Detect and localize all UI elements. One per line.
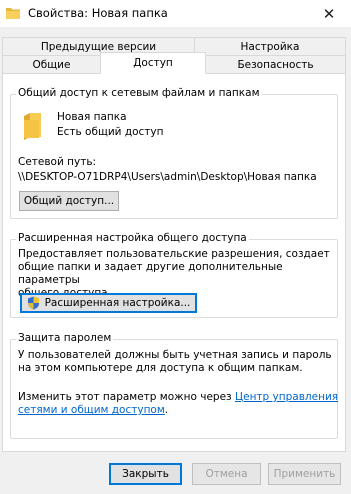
advanced-sharing-button[interactable]: Расширенная настройка... — [20, 293, 197, 313]
share-status: Есть общий доступ — [57, 126, 164, 138]
window-title: Свойства: Новая папка — [28, 6, 168, 20]
tab-sharing[interactable]: Доступ — [100, 52, 206, 74]
title-bar: Свойства: Новая папка ✕ — [0, 0, 351, 27]
tab-customize[interactable]: Настройка — [194, 37, 346, 56]
password-change-text: Изменить этот параметр можно через Центр… — [18, 391, 339, 416]
password-protection-group: Защита паролем У пользователей должны бы… — [10, 332, 339, 439]
password-protection-legend: Защита паролем — [16, 332, 114, 344]
folder-name: Новая папка — [57, 111, 127, 123]
tab-security[interactable]: Безопасность — [205, 55, 346, 74]
cancel-button[interactable]: Отмена — [192, 463, 261, 485]
tab-general[interactable]: Общие — [2, 55, 101, 74]
network-center-link-cont[interactable]: сетями и общим доступом — [18, 404, 165, 416]
sharing-panel: Общий доступ к сетевым файлам и папкам Н… — [2, 73, 346, 452]
close-window-button[interactable]: ✕ — [307, 0, 351, 27]
network-path-value: \\DESKTOP-O71DRP4\Users\admin\Desktop\Но… — [18, 171, 317, 183]
uac-shield-icon — [27, 296, 39, 310]
network-center-link[interactable]: Центр управления — [235, 391, 338, 403]
folder-icon — [24, 113, 41, 140]
folder-icon — [6, 8, 20, 19]
advanced-sharing-group: Расширенная настройка общего доступа Пре… — [10, 232, 338, 318]
network-path-label: Сетевой путь: — [18, 156, 97, 168]
share-button[interactable]: Общий доступ... — [19, 191, 119, 211]
network-share-legend: Общий доступ к сетевым файлам и папкам — [16, 87, 262, 99]
network-share-group: Общий доступ к сетевым файлам и папкам Н… — [10, 87, 338, 219]
password-protection-description: У пользователей должны быть учетная запи… — [18, 349, 332, 374]
apply-button[interactable]: Применить — [268, 463, 341, 485]
close-button[interactable]: Закрыть — [109, 463, 182, 485]
advanced-sharing-button-label: Расширенная настройка... — [44, 297, 191, 309]
advanced-sharing-legend: Расширенная настройка общего доступа — [16, 232, 249, 244]
